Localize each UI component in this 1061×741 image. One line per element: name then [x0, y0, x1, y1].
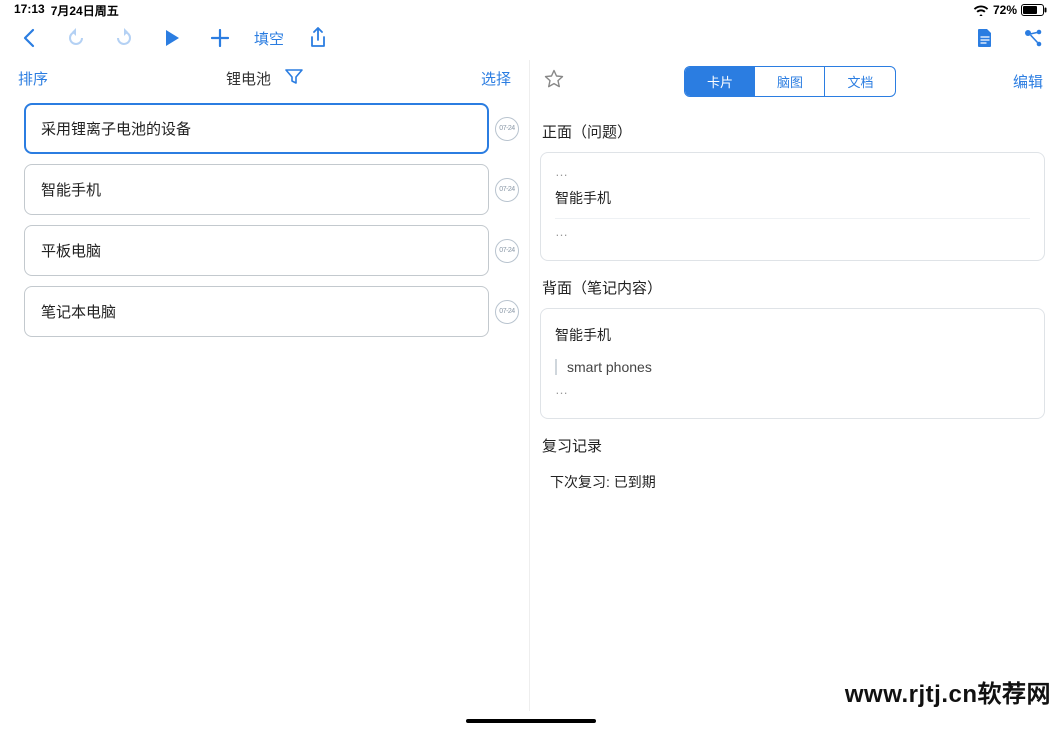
- top-toolbar: 填空: [0, 18, 1061, 60]
- list-row: 笔记本电脑07-24: [24, 286, 519, 337]
- edit-button[interactable]: 编辑: [1013, 71, 1043, 92]
- list-row: 平板电脑07-24: [24, 225, 519, 276]
- right-subtoolbar: 卡片 脑图 文档 编辑: [530, 60, 1061, 105]
- undo-button[interactable]: [62, 24, 90, 52]
- back-content-box: 智能手机 smart phones …: [540, 308, 1045, 419]
- watermark-text: www.rjtj.cn软荐网: [845, 674, 1051, 709]
- view-segmented-control: 卡片 脑图 文档: [684, 66, 896, 97]
- front-content-text: 智能手机: [555, 188, 1030, 208]
- select-button[interactable]: 选择: [481, 68, 511, 89]
- tab-card[interactable]: 卡片: [685, 67, 755, 96]
- left-subtoolbar: 排序 锂电池 选择: [0, 60, 529, 99]
- date-chip: 07-24: [495, 178, 519, 202]
- play-button[interactable]: [158, 24, 186, 52]
- card-item[interactable]: 平板电脑: [24, 225, 489, 276]
- graph-button[interactable]: [1019, 24, 1047, 52]
- list-row: 智能手机07-24: [24, 164, 519, 215]
- fill-blank-button[interactable]: 填空: [254, 28, 284, 49]
- front-section-label: 正面（问题）: [542, 121, 1045, 142]
- review-next-text: 下次复习: 已到期: [540, 466, 1045, 492]
- card-item[interactable]: 采用锂离子电池的设备: [24, 103, 489, 154]
- document-button[interactable]: [971, 24, 999, 52]
- filter-icon[interactable]: [285, 69, 303, 89]
- back-title-text: 智能手机: [555, 325, 1030, 345]
- tab-doc[interactable]: 文档: [825, 67, 895, 96]
- front-content-box: … 智能手机 …: [540, 152, 1045, 261]
- ellipsis-icon: …: [555, 383, 1030, 396]
- date-chip: 07-24: [495, 117, 519, 141]
- card-item[interactable]: 智能手机: [24, 164, 489, 215]
- redo-button[interactable]: [110, 24, 138, 52]
- back-button[interactable]: [14, 24, 42, 52]
- card-item[interactable]: 笔记本电脑: [24, 286, 489, 337]
- share-button[interactable]: [304, 24, 332, 52]
- status-time: 17:13: [14, 2, 45, 19]
- home-indicator-bar: [0, 711, 1061, 741]
- sort-button[interactable]: 排序: [18, 68, 48, 89]
- card-list: 采用锂离子电池的设备07-24智能手机07-24平板电脑07-24笔记本电脑07…: [0, 99, 529, 347]
- back-detail-text: smart phones: [555, 359, 1030, 375]
- back-section-label: 背面（笔记内容）: [542, 277, 1045, 298]
- collection-title: 锂电池: [226, 68, 271, 89]
- date-chip: 07-24: [495, 300, 519, 324]
- review-section-label: 复习记录: [542, 435, 1045, 456]
- battery-icon: [1021, 4, 1047, 16]
- list-row: 采用锂离子电池的设备07-24: [24, 103, 519, 154]
- left-panel: 排序 锂电池 选择 采用锂离子电池的设备07-24智能手机07-24平板电脑07…: [0, 60, 530, 711]
- star-icon[interactable]: [544, 69, 568, 94]
- date-chip: 07-24: [495, 239, 519, 263]
- tab-mindmap[interactable]: 脑图: [755, 67, 825, 96]
- status-battery-pct: 72%: [993, 3, 1017, 17]
- status-bar: 17:13 7月24日周五 72%: [0, 0, 1061, 18]
- ellipsis-icon: …: [555, 225, 1030, 238]
- ellipsis-icon: …: [555, 165, 1030, 178]
- home-indicator: [466, 719, 596, 723]
- status-date: 7月24日周五: [51, 2, 119, 19]
- wifi-icon: [973, 4, 989, 16]
- add-button[interactable]: [206, 24, 234, 52]
- right-panel: 卡片 脑图 文档 编辑 正面（问题） … 智能手机 … 背面（笔记内容） 智能手…: [530, 60, 1061, 711]
